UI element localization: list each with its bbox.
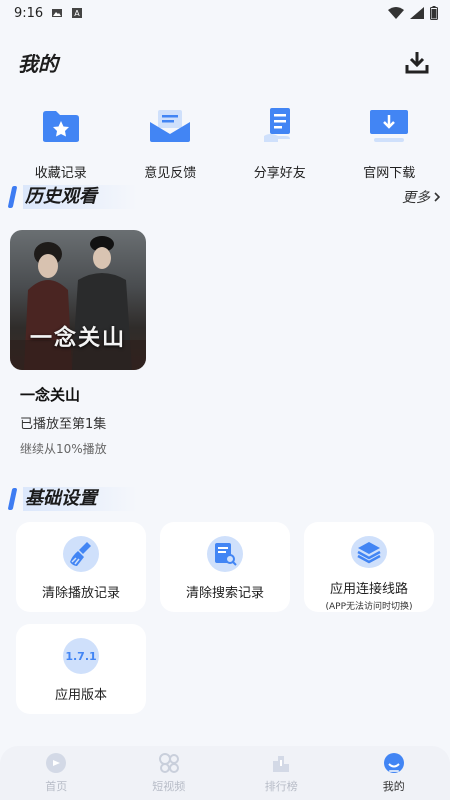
tab-profile[interactable]: 我的 [354, 752, 434, 794]
signal-icon [410, 7, 424, 19]
clear-search-history-button[interactable]: 清除搜索记录 [160, 522, 290, 612]
layers-icon [351, 536, 387, 568]
app-notification-icon: A [72, 8, 83, 18]
clear-play-history-button[interactable]: 清除播放记录 [16, 522, 146, 612]
history-title: 一念关山 [20, 386, 81, 404]
gallery-notification-icon [52, 9, 63, 17]
quick-action-label: 收藏记录 [34, 166, 87, 181]
battery-icon [430, 6, 438, 20]
history-section-title: 历史观看 [23, 185, 137, 209]
tab-home[interactable]: 首页 [16, 752, 96, 794]
share-document-icon [258, 104, 302, 148]
tab-label: 我的 [382, 780, 405, 793]
version-number: 1.7.1 [65, 649, 97, 663]
chevron-right-icon [434, 192, 440, 202]
home-icon [46, 753, 67, 773]
tab-label: 首页 [45, 780, 68, 793]
svg-text:A: A [74, 9, 80, 18]
page-title: 我的 [18, 51, 58, 76]
status-right [388, 6, 438, 20]
tab-ranking[interactable]: 排行榜 [241, 752, 321, 794]
tab-label: 排行榜 [264, 780, 298, 793]
more-label: 更多 [402, 190, 430, 206]
ranking-icon [273, 756, 290, 772]
section-title-wrap: 历史观看 [7, 184, 137, 210]
section-accent-bar [7, 488, 18, 510]
setting-label: 清除播放记录 [41, 586, 120, 601]
broom-icon [63, 536, 99, 572]
download-button[interactable] [402, 47, 432, 77]
quick-action-label: 意见反馈 [144, 166, 197, 181]
bottom-tab-bar: 首页 短视频 排行榜 我的 [0, 746, 450, 800]
poster-title-art: 一念关山 [29, 325, 126, 351]
section-title-wrap: 基础设置 [7, 486, 137, 512]
quick-actions: 收藏记录 意见反馈 分享好友 官网下载 [0, 104, 450, 182]
quick-action-label: 官网下载 [363, 166, 416, 181]
quick-action-download[interactable]: 官网下载 [339, 104, 439, 182]
short-video-icon [158, 753, 179, 773]
wifi-icon [388, 7, 404, 19]
poster-image: 一念关山 [10, 230, 146, 370]
history-section-header: 历史观看 更多 [7, 184, 440, 210]
app-version-button[interactable]: 1.7.1 应用版本 [16, 624, 146, 714]
settings-section-header: 基础设置 [7, 486, 440, 512]
profile-icon [383, 753, 404, 773]
setting-label: 应用连接线路 [329, 582, 408, 597]
connection-line-button[interactable]: 应用连接线路 (APP无法访问时切换) [304, 522, 434, 612]
quick-action-favorites[interactable]: 收藏记录 [11, 104, 111, 182]
section-accent-bar [7, 186, 18, 208]
status-left: 9:16 A [14, 6, 83, 21]
quick-action-feedback[interactable]: 意见反馈 [120, 104, 220, 182]
favorites-folder-icon [39, 104, 83, 148]
tab-label: 短视频 [152, 780, 186, 793]
setting-label: 清除搜索记录 [185, 586, 264, 601]
settings-section-title: 基础设置 [23, 487, 137, 511]
history-episode: 已播放至第1集 [20, 417, 107, 432]
quick-action-label: 分享好友 [253, 166, 306, 181]
more-link[interactable]: 更多 [402, 187, 440, 207]
download-icon [405, 52, 429, 74]
feedback-mail-icon [148, 104, 192, 148]
version-badge-icon: 1.7.1 [63, 638, 99, 674]
history-card[interactable]: 一念关山 一念关山 已播放至第1集 继续从10%播放 [10, 230, 146, 457]
search-record-icon [207, 536, 243, 572]
quick-action-share[interactable]: 分享好友 [230, 104, 330, 182]
monitor-download-icon [367, 104, 411, 148]
history-progress: 继续从10%播放 [20, 442, 107, 456]
tab-short-video[interactable]: 短视频 [129, 752, 209, 794]
setting-sublabel: (APP无法访问时切换) [325, 602, 413, 612]
header: 我的 [0, 40, 450, 84]
setting-label: 应用版本 [54, 688, 107, 703]
status-time: 9:16 [14, 5, 44, 21]
status-bar: 9:16 A [0, 0, 450, 26]
